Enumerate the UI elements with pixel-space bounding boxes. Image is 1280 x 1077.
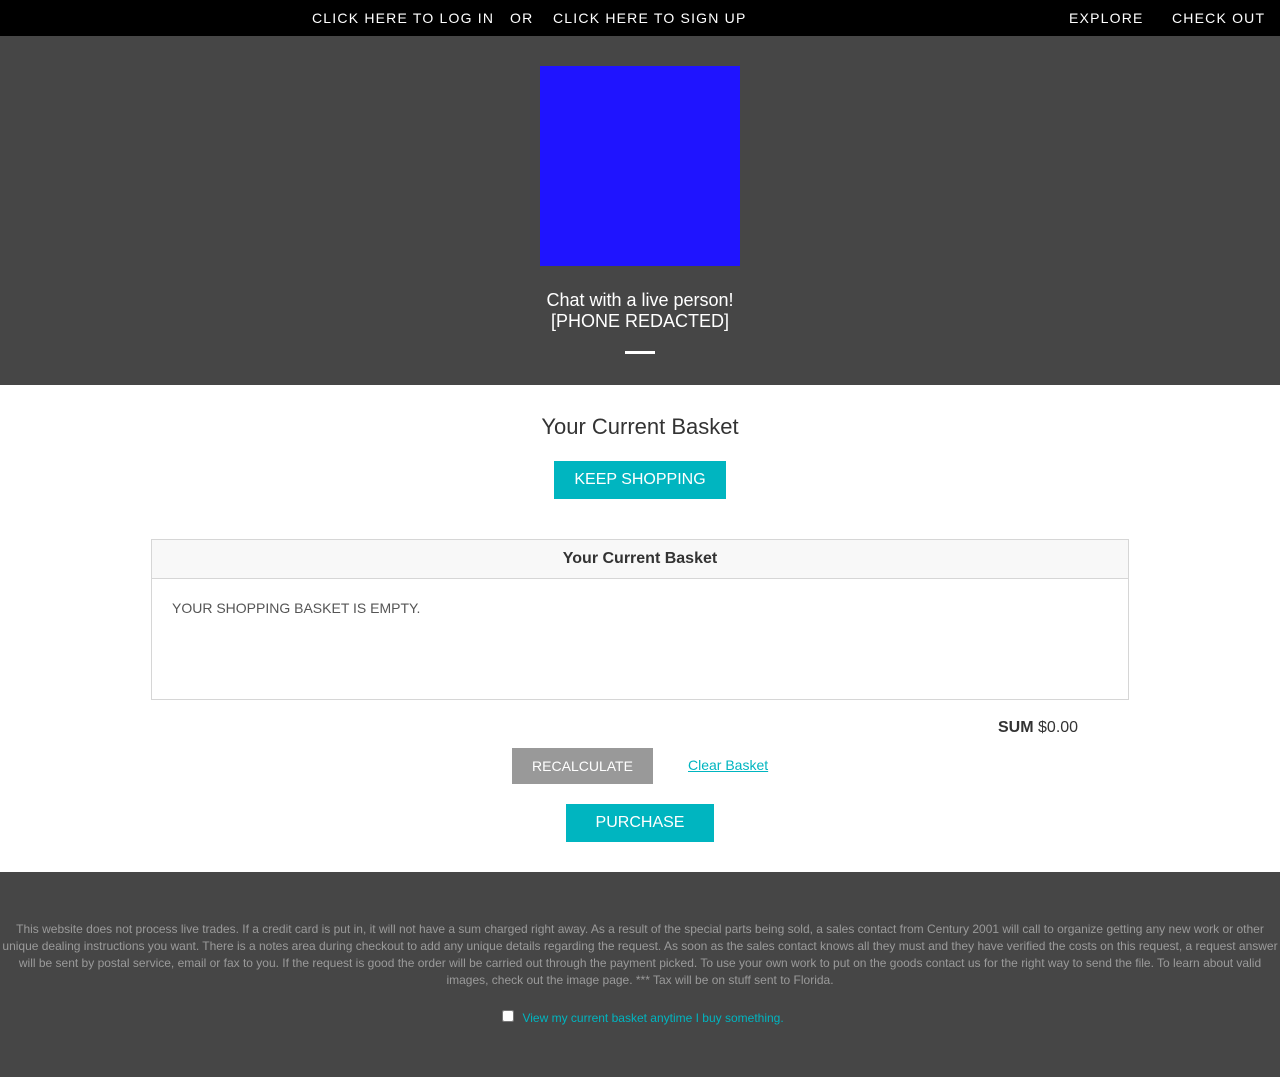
basket-view-label[interactable]: View my current basket anytime I buy som… (522, 1011, 783, 1025)
basket-view-checkbox[interactable] (502, 1010, 514, 1022)
live-chat-text[interactable]: Chat with a live person! (0, 290, 1280, 311)
recalculate-button[interactable]: RECALCULATE (512, 748, 653, 784)
clear-basket-link[interactable]: Clear Basket (688, 757, 768, 773)
footer-notice: This website does not process live trade… (2, 922, 1278, 987)
top-nav-bar: CLICK HERE TO LOG IN OR CLICK HERE TO SI… (0, 0, 1280, 36)
logo-image[interactable] (540, 66, 740, 266)
purchase-button[interactable]: PURCHASE (566, 804, 714, 842)
checkout-link[interactable]: CHECK OUT (1172, 0, 1265, 36)
footer: This website does not process live trade… (0, 872, 1280, 1077)
sum-value: $0.00 (1038, 719, 1079, 736)
basket-sum: SUM $0.00 (998, 719, 1078, 737)
signup-link[interactable]: CLICK HERE TO SIGN UP (553, 0, 747, 36)
page-title: Your Current Basket (541, 414, 739, 439)
or-separator: OR (510, 10, 534, 26)
phone-number: [PHONE REDACTED] (550, 311, 730, 331)
divider (625, 351, 655, 354)
keep-shopping-button[interactable]: KEEP SHOPPING (554, 461, 726, 499)
login-link[interactable]: CLICK HERE TO LOG IN (312, 0, 494, 36)
basket-view-option[interactable]: View my current basket anytime I buy som… (502, 1009, 784, 1027)
basket-panel-header: Your Current Basket (152, 540, 1128, 579)
sum-label: SUM (998, 719, 1034, 736)
empty-basket-message: YOUR SHOPPING BASKET IS EMPTY. (172, 600, 421, 616)
explore-link[interactable]: EXPLORE (1069, 0, 1144, 36)
hero-banner: Chat with a live person! [PHONE REDACTED… (0, 36, 1280, 385)
basket-panel: Your Current Basket YOUR SHOPPING BASKET… (151, 539, 1129, 700)
